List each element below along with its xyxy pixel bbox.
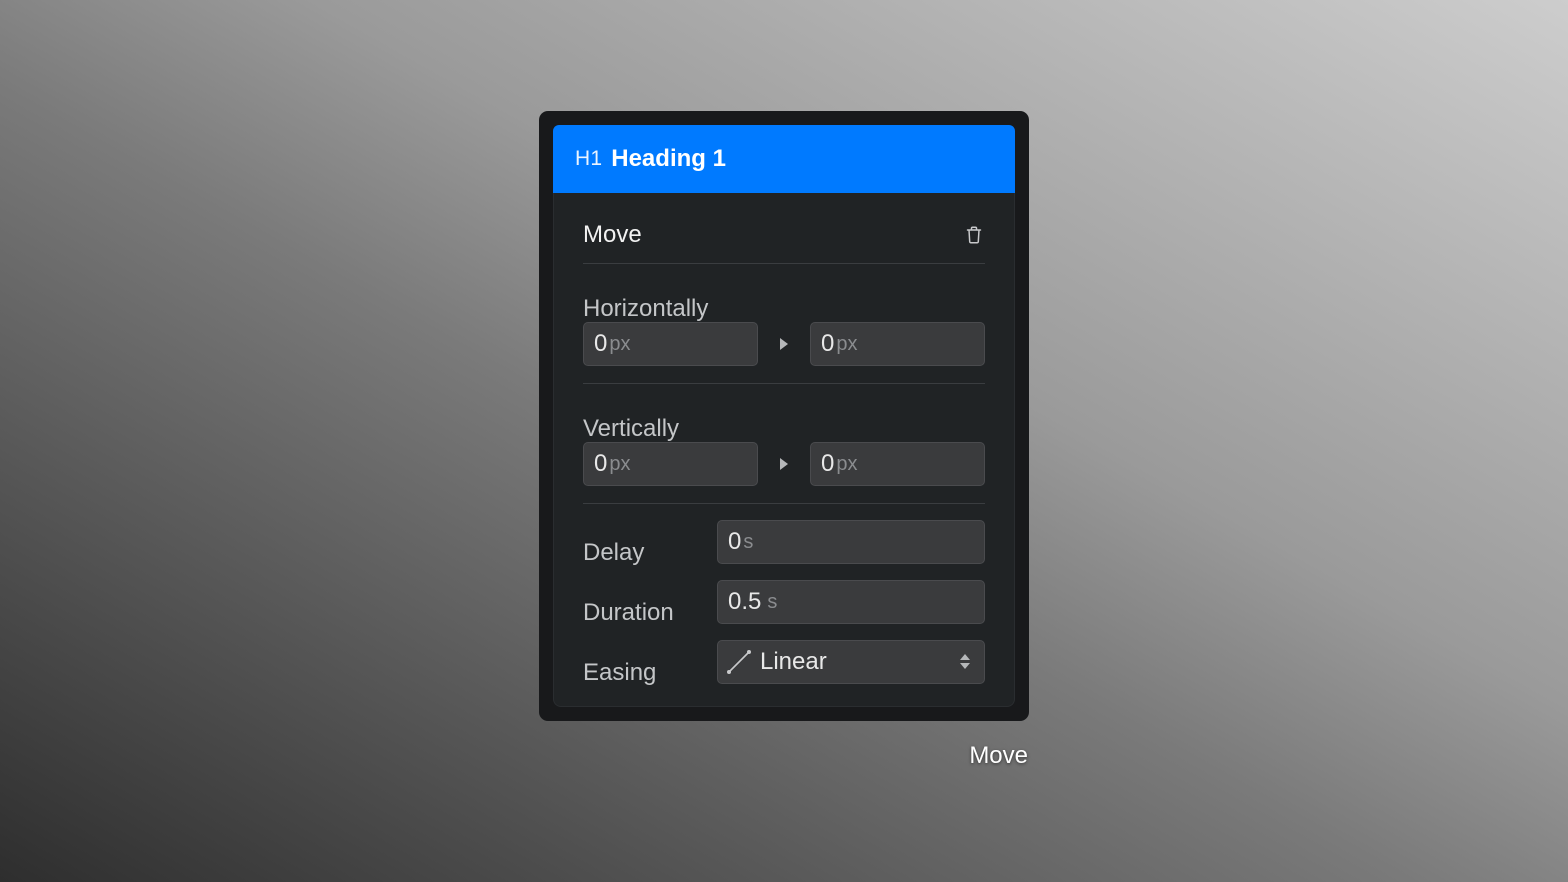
- horizontal-to-value: 0: [821, 330, 835, 357]
- horizontally-label: Horizontally: [583, 295, 709, 322]
- trash-icon[interactable]: [963, 224, 985, 246]
- vertical-to-value: 0: [821, 450, 835, 477]
- arrow-right-icon: [780, 458, 788, 470]
- horizontal-to-input[interactable]: 0 px: [810, 322, 985, 366]
- vertical-to-input[interactable]: 0 px: [810, 442, 985, 486]
- arrow-right-icon: [780, 338, 788, 350]
- easing-selected-value: Linear: [760, 648, 827, 675]
- delay-input[interactable]: 0s: [717, 520, 985, 564]
- vertical-from-value: 0: [594, 450, 608, 477]
- chevron-updown-icon: [960, 654, 970, 669]
- linear-curve-icon: [726, 649, 752, 675]
- divider: [583, 503, 985, 504]
- divider: [583, 263, 985, 264]
- horizontal-from-value: 0: [594, 330, 608, 357]
- effect-title: Move: [583, 221, 642, 248]
- horizontal-to-unit: px: [836, 332, 858, 355]
- layer-name: Heading 1: [611, 145, 726, 172]
- duration-unit: s: [767, 590, 778, 613]
- duration-input[interactable]: 0.5 s: [717, 580, 985, 624]
- divider: [583, 383, 985, 384]
- horizontal-from-input[interactable]: 0 px: [583, 322, 758, 366]
- delay-unit: s: [743, 530, 754, 553]
- delay-value: 0: [728, 528, 742, 555]
- delay-label: Delay: [583, 539, 645, 566]
- effect-caption: Move: [969, 742, 1028, 769]
- layer-tag: H1: [575, 147, 603, 170]
- duration-label: Duration: [583, 599, 674, 626]
- vertically-label: Vertically: [583, 415, 680, 442]
- horizontal-from-unit: px: [609, 332, 631, 355]
- vertical-to-unit: px: [836, 452, 858, 475]
- effect-panel: Move Horizontally 0 px 0 px Vertically 0 px: [553, 193, 1015, 707]
- vertical-from-input[interactable]: 0 px: [583, 442, 758, 486]
- vertical-from-unit: px: [609, 452, 631, 475]
- animation-popover: H1 Heading 1 Move Horizontally 0px 0px: [539, 111, 1029, 721]
- layer-header[interactable]: H1 Heading 1: [553, 125, 1015, 193]
- easing-label: Easing: [583, 659, 657, 686]
- effect-title-row: Move: [583, 213, 985, 257]
- duration-value: 0.5: [728, 588, 762, 615]
- easing-select[interactable]: Linear: [717, 640, 985, 684]
